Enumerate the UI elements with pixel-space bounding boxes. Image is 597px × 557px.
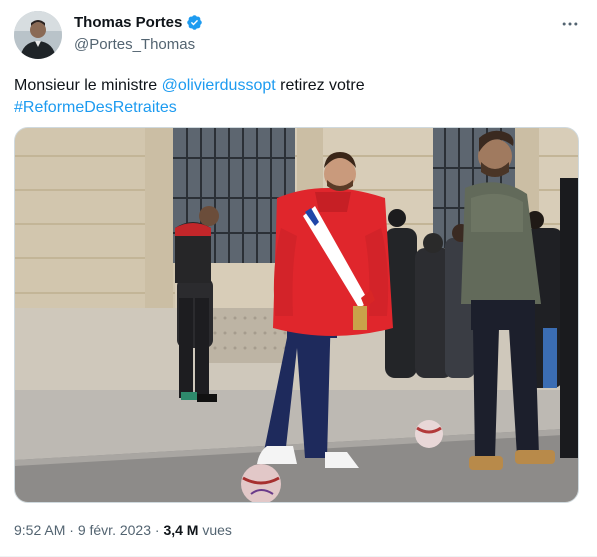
tweet: Thomas Portes @Portes_Thomas Monsieur le…	[0, 0, 597, 557]
tweet-meta: 9:52 AM · 9 févr. 2023 · 3,4 M vues	[14, 522, 232, 538]
views-count: 3,4 M	[163, 522, 199, 538]
author-display-name[interactable]: Thomas Portes	[74, 14, 182, 31]
meta-separator-2: ·	[151, 522, 164, 538]
verified-badge-icon	[186, 14, 203, 31]
avatar-photo	[14, 11, 62, 59]
tweet-time[interactable]: 9:52 AM	[14, 522, 65, 538]
tweet-text-prefix: Monsieur le ministre	[14, 77, 162, 94]
tweet-text: Monsieur le ministre @olivierdussopt ret…	[14, 75, 574, 119]
views-label: vues	[198, 522, 232, 538]
meta-separator: ·	[65, 522, 78, 538]
more-options-icon[interactable]	[558, 12, 582, 36]
tweet-date[interactable]: 9 févr. 2023	[78, 522, 151, 538]
author-handle[interactable]: @Portes_Thomas	[74, 36, 195, 53]
author-name-row: Thomas Portes	[74, 14, 203, 31]
mention-link[interactable]: @olivierdussopt	[162, 77, 276, 94]
tweet-photo[interactable]	[14, 127, 579, 503]
hashtag-link[interactable]: #ReformeDesRetraites	[14, 99, 177, 116]
photo-street-scene	[15, 128, 578, 502]
tweet-text-middle: retirez votre	[275, 77, 365, 94]
author-avatar[interactable]	[14, 11, 62, 59]
